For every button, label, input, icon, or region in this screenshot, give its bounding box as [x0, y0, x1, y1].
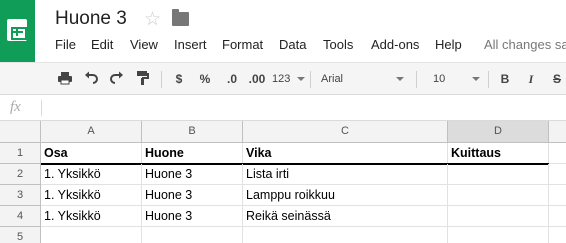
cell-a3[interactable]: 1. Yksikkö	[41, 185, 142, 206]
menu-view[interactable]: View	[130, 37, 158, 52]
cell-c5[interactable]	[243, 227, 448, 243]
menu-help[interactable]: Help	[435, 37, 462, 52]
cell-e4[interactable]	[549, 206, 566, 227]
save-status: All changes saved	[484, 37, 566, 52]
cell-b2[interactable]: Huone 3	[142, 164, 243, 185]
formula-bar: fx	[0, 95, 566, 121]
function-icon: fx	[10, 99, 21, 115]
cell-c4[interactable]: Reikä seinässä	[243, 206, 448, 227]
formula-bar-divider	[41, 100, 42, 116]
row-header[interactable]: 2	[0, 164, 41, 185]
currency-format-button[interactable]: $	[172, 70, 186, 88]
cell-a1[interactable]: Osa	[41, 143, 142, 164]
cell-b1[interactable]: Huone	[142, 143, 243, 164]
menu-addons[interactable]: Add-ons	[371, 37, 419, 52]
more-formats-label: 123	[272, 73, 291, 85]
column-header-e[interactable]	[549, 121, 566, 143]
cell-d5[interactable]	[448, 227, 549, 243]
print-icon[interactable]	[57, 70, 73, 88]
row-header[interactable]: 4	[0, 206, 41, 227]
chevron-down-icon	[297, 77, 305, 81]
menu-insert[interactable]: Insert	[174, 37, 207, 52]
sheets-logo-icon[interactable]	[0, 0, 35, 62]
column-header-d[interactable]: D	[448, 121, 549, 143]
redo-icon[interactable]	[109, 70, 125, 88]
toolbar-divider	[416, 71, 417, 88]
cell-a4[interactable]: 1. Yksikkö	[41, 206, 142, 227]
cell-c2[interactable]: Lista irti	[243, 164, 448, 185]
menu-format[interactable]: Format	[222, 37, 263, 52]
percent-format-button[interactable]: %	[197, 70, 213, 88]
document-title[interactable]: Huone 3	[55, 8, 127, 30]
cell-e1[interactable]	[549, 143, 566, 164]
star-icon[interactable]: ☆	[144, 8, 161, 31]
cell-d4[interactable]	[448, 206, 549, 227]
toolbar-divider	[161, 71, 162, 88]
toolbar: $ % .0 .00 123 Arial 10 B I S	[0, 62, 566, 95]
cell-b3[interactable]: Huone 3	[142, 185, 243, 206]
cell-b5[interactable]	[142, 227, 243, 243]
font-family-value: Arial	[321, 73, 344, 85]
menu-tools[interactable]: Tools	[323, 37, 353, 52]
spreadsheet-grid: A B C D 1 Osa Huone Vika Kuittaus 2 1. Y…	[0, 121, 566, 243]
row-header[interactable]: 1	[0, 143, 41, 164]
app-header: Huone 3 ☆ File Edit View Insert Format D…	[0, 0, 566, 62]
cell-d1[interactable]: Kuittaus	[448, 143, 549, 164]
strikethrough-button[interactable]: S	[551, 70, 563, 88]
folder-icon[interactable]	[172, 9, 189, 26]
cell-e3[interactable]	[549, 185, 566, 206]
cell-e2[interactable]	[549, 164, 566, 185]
bold-button[interactable]: B	[499, 70, 511, 88]
cell-a2[interactable]: 1. Yksikkö	[41, 164, 142, 185]
toolbar-divider	[310, 71, 311, 88]
undo-icon[interactable]	[83, 70, 99, 88]
cell-c1[interactable]: Vika	[243, 143, 448, 164]
select-all-corner[interactable]	[0, 121, 41, 143]
cell-a5[interactable]	[41, 227, 142, 243]
chevron-down-icon	[472, 77, 480, 81]
cell-b4[interactable]: Huone 3	[142, 206, 243, 227]
row-header[interactable]: 3	[0, 185, 41, 206]
increase-decimals-button[interactable]: .00	[246, 70, 268, 88]
menu-data[interactable]: Data	[279, 37, 306, 52]
formula-input[interactable]	[46, 100, 561, 116]
cell-c3[interactable]: Lamppu roikkuu	[243, 185, 448, 206]
more-formats-dropdown[interactable]: 123	[272, 70, 305, 88]
menu-file[interactable]: File	[55, 37, 76, 52]
column-header-c[interactable]: C	[243, 121, 448, 143]
font-size-value: 10	[433, 73, 446, 85]
paint-format-icon[interactable]	[135, 70, 151, 88]
cell-e5[interactable]	[549, 227, 566, 243]
cell-d2[interactable]	[448, 164, 549, 185]
column-header-b[interactable]: B	[142, 121, 243, 143]
font-size-dropdown[interactable]: 10	[433, 70, 483, 88]
toolbar-divider	[488, 71, 489, 88]
font-family-dropdown[interactable]: Arial	[321, 70, 406, 88]
cell-d3[interactable]	[448, 185, 549, 206]
row-header[interactable]: 5	[0, 227, 41, 243]
chevron-down-icon	[396, 77, 404, 81]
decrease-decimals-button[interactable]: .0	[222, 70, 242, 88]
menu-edit[interactable]: Edit	[91, 37, 113, 52]
italic-button[interactable]: I	[525, 70, 537, 88]
column-header-a[interactable]: A	[41, 121, 142, 143]
